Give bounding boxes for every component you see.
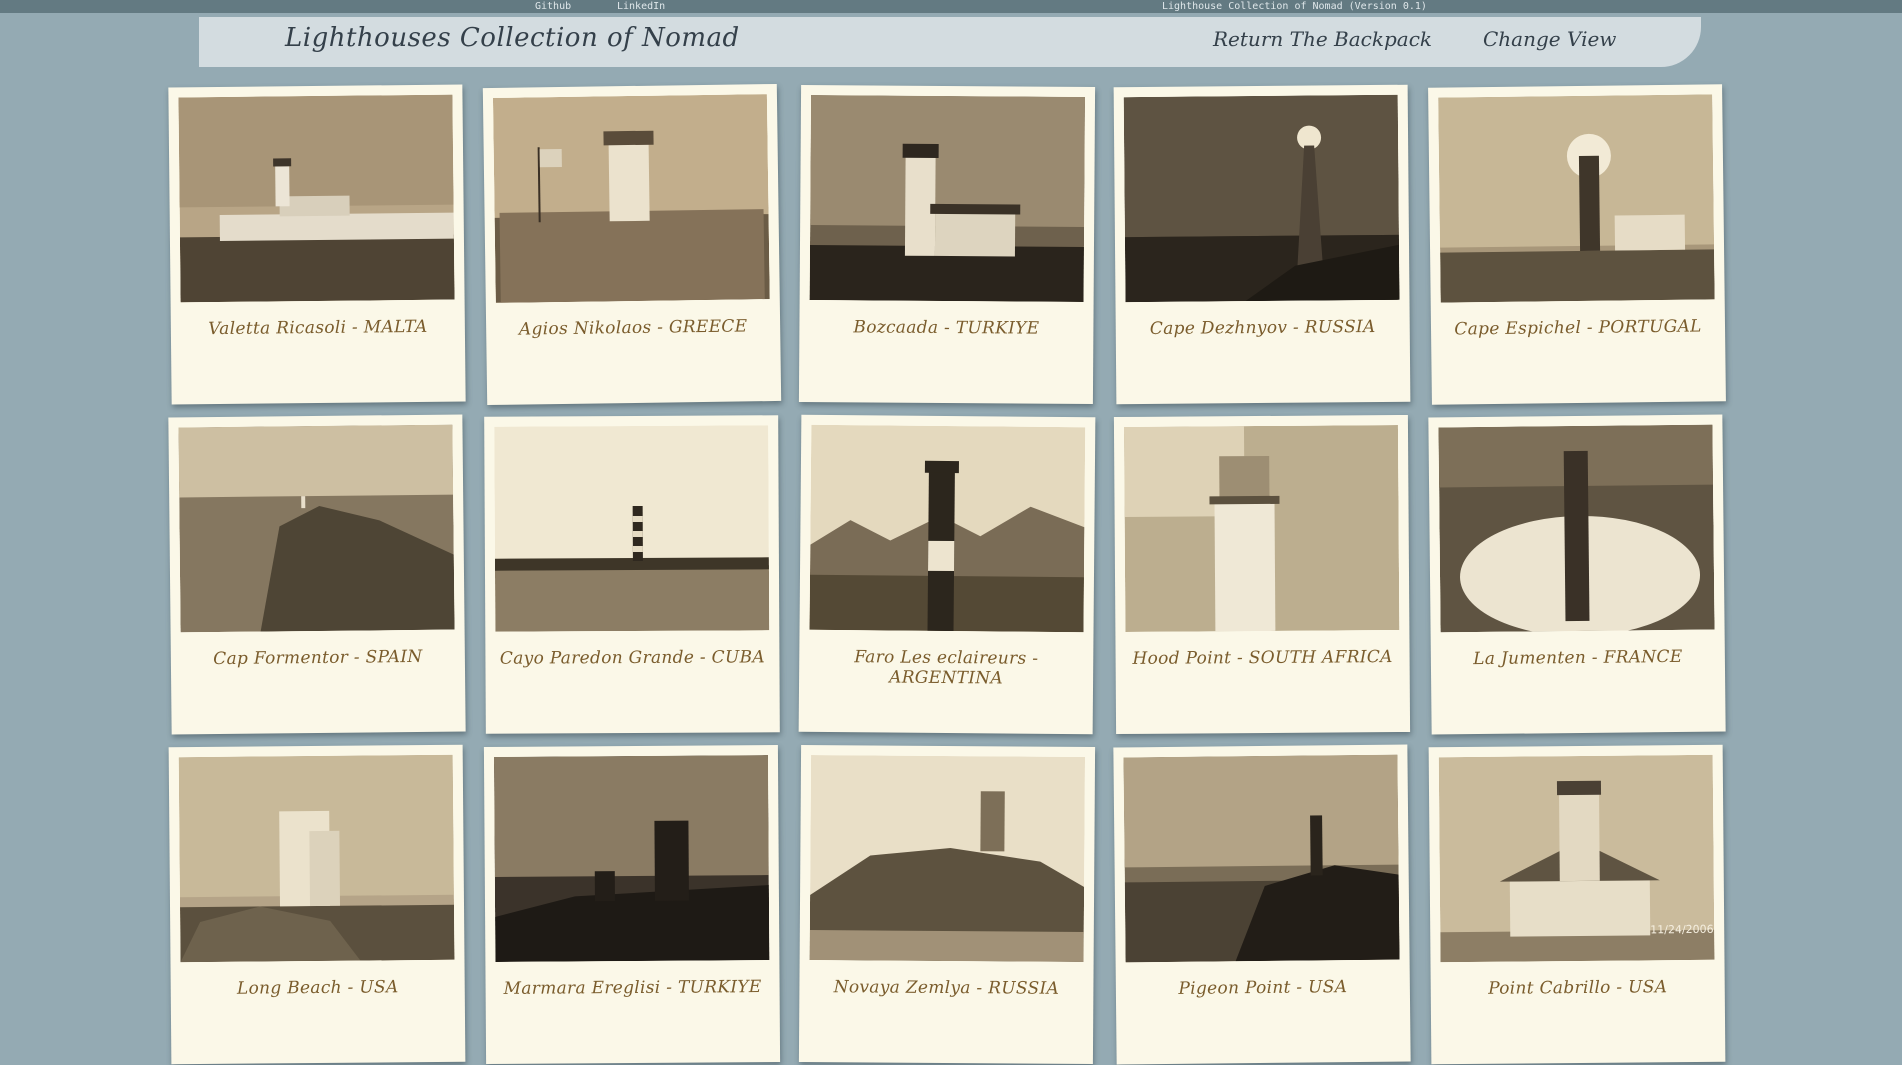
lighthouse-card[interactable]: Cap Formentor - SPAIN xyxy=(168,414,466,735)
lighthouse-photo xyxy=(178,424,455,633)
lighthouse-photo xyxy=(809,755,1086,962)
lighthouse-caption: Valetta Ricasoli - MALTA xyxy=(208,316,428,340)
lighthouse-card[interactable]: Pigeon Point - USA xyxy=(1113,744,1411,1065)
lighthouse-caption: Marmara Ereglisi - TURKIYE xyxy=(503,977,762,999)
return-backpack-link[interactable]: Return The Backpack xyxy=(1213,27,1432,51)
lighthouse-photo xyxy=(1438,424,1715,633)
lighthouse-photo xyxy=(178,94,455,303)
version-text: Lighthouse Collection of Nomad (Version … xyxy=(1162,1,1427,12)
lighthouse-caption: Cayo Paredon Grande - CUBA xyxy=(499,647,766,669)
photo-date-stamp: 11/24/2006 xyxy=(1650,923,1714,937)
lighthouse-caption: Hood Point - SOUTH AFRICA xyxy=(1132,647,1393,669)
top-bar: Github LinkedIn Lighthouse Collection of… xyxy=(0,0,1902,13)
lighthouse-card[interactable]: Bozcaada - TURKIYE xyxy=(798,84,1096,405)
lighthouse-card[interactable]: Long Beach - USA xyxy=(168,744,466,1065)
site-header: Lighthouses Collection of Nomad Return T… xyxy=(199,17,1701,67)
lighthouse-caption: Cap Formentor - SPAIN xyxy=(213,646,423,670)
lighthouse-card[interactable]: Cape Espichel - PORTUGAL xyxy=(1428,84,1726,405)
lighthouse-card[interactable]: Cape Dezhnyov - RUSSIA xyxy=(1113,84,1411,405)
lighthouse-card[interactable]: 11/24/2006 Point Cabrillo - USA xyxy=(1428,744,1726,1065)
lighthouse-grid: Valetta Ricasoli - MALTA Agios Nikolaos … xyxy=(168,83,1734,1065)
lighthouse-card[interactable]: Valetta Ricasoli - MALTA xyxy=(168,84,466,405)
lighthouse-caption: Cape Espichel - PORTUGAL xyxy=(1454,316,1702,340)
lighthouse-card[interactable]: Cayo Paredon Grande - CUBA xyxy=(484,415,780,734)
lighthouse-photo xyxy=(809,95,1086,302)
lighthouse-photo xyxy=(1123,754,1400,963)
lighthouse-photo xyxy=(1438,94,1715,303)
lighthouse-photo: 11/24/2006 xyxy=(1438,754,1715,963)
lighthouse-photo xyxy=(492,94,770,303)
lighthouse-caption: Long Beach - USA xyxy=(236,977,399,999)
lighthouse-photo xyxy=(1123,94,1400,303)
lighthouse-photo xyxy=(1123,425,1400,632)
lighthouse-caption: Pigeon Point - USA xyxy=(1178,977,1348,999)
lighthouse-caption: Faro Les eclaireurs - ARGENTINA xyxy=(854,647,1039,689)
lighthouse-card[interactable]: Novaya Zemlya - RUSSIA xyxy=(798,744,1096,1065)
lighthouse-photo xyxy=(493,755,770,962)
github-link[interactable]: Github xyxy=(535,1,571,12)
lighthouse-caption: Novaya Zemlya - RUSSIA xyxy=(833,977,1060,999)
site-title: Lighthouses Collection of Nomad xyxy=(285,23,740,53)
lighthouse-caption: Cape Dezhnyov - RUSSIA xyxy=(1149,317,1376,339)
lighthouse-caption: Point Cabrillo - USA xyxy=(1488,977,1668,999)
lighthouse-caption: La Jumenten - FRANCE xyxy=(1473,646,1683,670)
linkedin-link[interactable]: LinkedIn xyxy=(617,1,665,12)
lighthouse-card[interactable]: Hood Point - SOUTH AFRICA xyxy=(1113,414,1411,735)
lighthouse-photo xyxy=(178,754,455,963)
lighthouse-card[interactable]: Marmara Ereglisi - TURKIYE xyxy=(483,744,781,1065)
lighthouse-caption: Agios Nikolaos - GREECE xyxy=(518,316,748,340)
lighthouse-card[interactable]: Agios Nikolaos - GREECE xyxy=(482,83,782,406)
change-view-link[interactable]: Change View xyxy=(1483,27,1616,51)
lighthouse-caption: Bozcaada - TURKIYE xyxy=(853,317,1040,339)
lighthouse-photo xyxy=(494,425,770,632)
lighthouse-card[interactable]: Faro Les eclaireurs - ARGENTINA xyxy=(798,414,1096,735)
lighthouse-photo xyxy=(809,424,1086,633)
lighthouse-card[interactable]: La Jumenten - FRANCE xyxy=(1428,414,1726,735)
